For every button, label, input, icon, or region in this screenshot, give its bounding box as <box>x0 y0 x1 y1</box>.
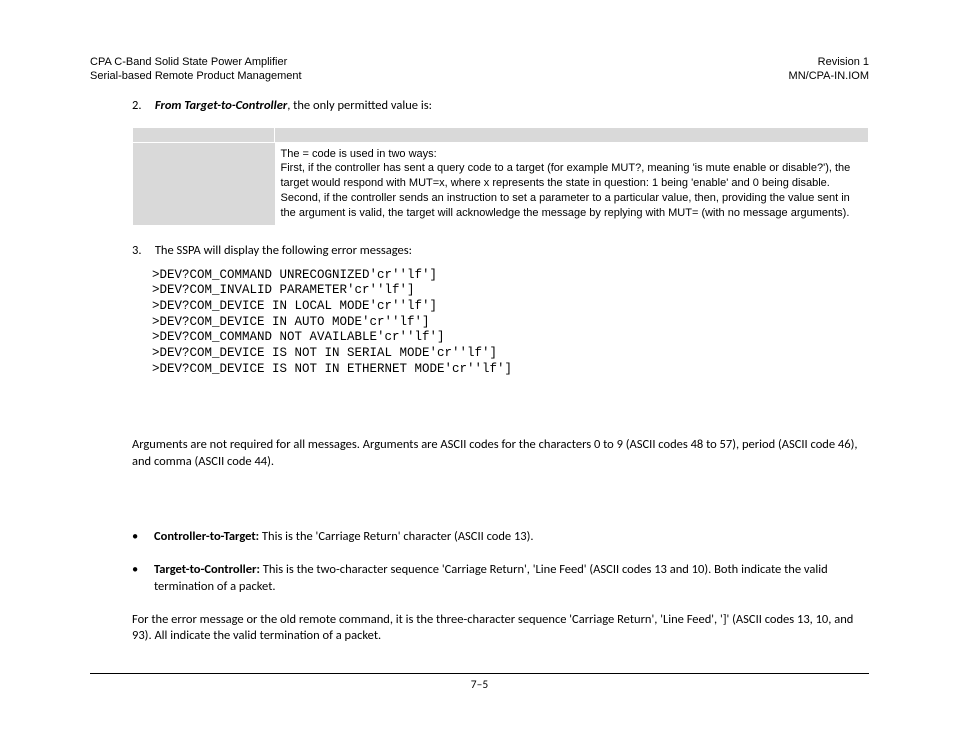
code-desc-p1: The = code is used in two ways: <box>281 147 863 162</box>
page-footer: 7–5 <box>90 673 869 692</box>
header-left-line1: CPA C-Band Solid State Power Amplifier <box>90 56 287 68</box>
bullet-icon: • <box>132 562 154 596</box>
header-left-line2: Serial-based Remote Product Management <box>90 70 302 82</box>
table-header-cell <box>133 127 275 142</box>
header-left: CPA C-Band Solid State Power Amplifier S… <box>90 55 302 84</box>
bullet-list: • Controller-to-Target: This is the 'Car… <box>132 529 869 596</box>
page-header: CPA C-Band Solid State Power Amplifier S… <box>90 55 869 84</box>
bullet-item: • Controller-to-Target: This is the 'Car… <box>132 529 869 546</box>
bullet-icon: • <box>132 529 154 546</box>
page: CPA C-Band Solid State Power Amplifier S… <box>0 0 954 645</box>
bullet2-lead: Target-to-Controller: <box>154 562 260 577</box>
error-messages-block: >DEV?COM_COMMAND UNRECOGNIZED'cr''lf'] >… <box>152 268 869 377</box>
item2-tail: , the only permitted value is: <box>287 98 432 113</box>
table-header-cell <box>275 127 869 142</box>
bullet-item: • Target-to-Controller: This is the two-… <box>132 562 869 596</box>
header-right: Revision 1 MN/CPA-IN.IOM <box>789 55 869 84</box>
table-left-cell <box>133 142 275 225</box>
page-number: 7–5 <box>471 678 488 692</box>
code-desc-p3: Second, if the controller sends an instr… <box>281 191 863 221</box>
code-description-table: The = code is used in two ways: First, i… <box>132 127 869 225</box>
bullet1-tail: This is the 'Carriage Return' character … <box>259 529 533 544</box>
list-number-2: 2. <box>132 98 152 113</box>
item2-lead: From Target-to-Controller <box>155 98 287 113</box>
table-description-cell: The = code is used in two ways: First, i… <box>275 142 869 225</box>
bullet1-lead: Controller-to-Target: <box>154 529 259 544</box>
code-desc-p2: First, if the controller has sent a quer… <box>281 161 863 191</box>
closing-paragraph: For the error message or the old remote … <box>132 612 869 646</box>
header-right-line1: Revision 1 <box>818 56 869 68</box>
list-item-3: 3. The SSPA will display the following e… <box>132 243 869 258</box>
header-right-line2: MN/CPA-IN.IOM <box>789 70 869 82</box>
item3-text: The SSPA will display the following erro… <box>155 243 412 258</box>
list-number-3: 3. <box>132 243 152 258</box>
arguments-paragraph: Arguments are not required for all messa… <box>132 437 869 471</box>
list-item-2: 2. From Target-to-Controller, the only p… <box>132 98 869 113</box>
